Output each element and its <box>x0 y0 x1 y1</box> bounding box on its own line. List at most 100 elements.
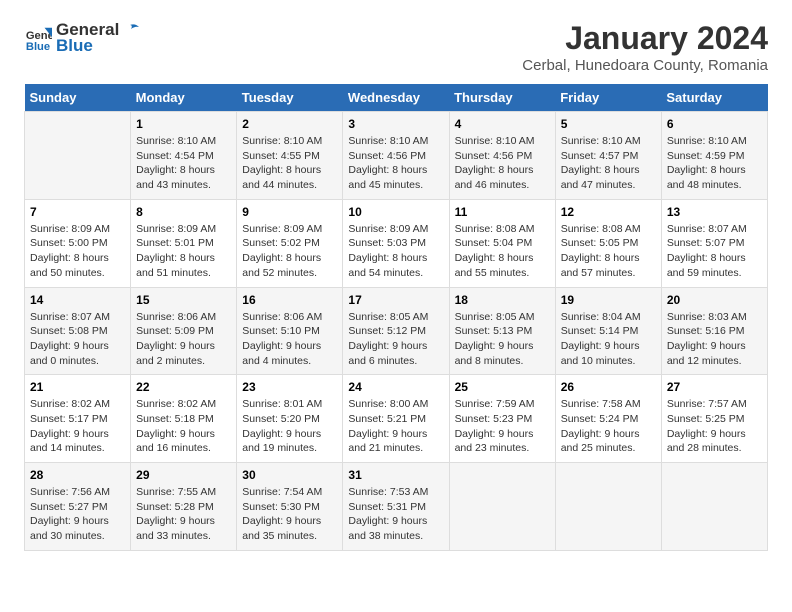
day-number: 23 <box>242 380 337 394</box>
calendar-cell <box>555 463 661 551</box>
title-area: January 2024 Cerbal, Hunedoara County, R… <box>522 20 768 74</box>
day-info: Sunrise: 8:10 AMSunset: 4:59 PMDaylight:… <box>667 134 762 193</box>
day-number: 19 <box>561 293 656 307</box>
calendar-cell: 3 Sunrise: 8:10 AMSunset: 4:56 PMDaylight… <box>343 112 449 200</box>
day-info: Sunrise: 7:58 AMSunset: 5:24 PMDaylight:… <box>561 397 656 456</box>
calendar-cell: 13Sunrise: 8:07 AMSunset: 5:07 PMDayligh… <box>661 199 767 287</box>
day-info: Sunrise: 8:08 AMSunset: 5:05 PMDaylight:… <box>561 222 656 281</box>
calendar-cell: 11 Sunrise: 8:08 AMSunset: 5:04 PMDayligh… <box>449 199 555 287</box>
calendar-body: 1Sunrise: 8:10 AMSunset: 4:54 PMDaylight… <box>25 112 768 551</box>
day-number: 18 <box>455 293 550 307</box>
day-info: Sunrise: 8:00 AMSunset: 5:21 PMDaylight:… <box>348 397 443 456</box>
logo-icon: General Blue <box>24 24 52 52</box>
day-info: Sunrise: 8:09 AMSunset: 5:01 PMDaylight:… <box>136 222 231 281</box>
day-number: 20 <box>667 293 762 307</box>
day-number: 24 <box>348 380 443 394</box>
calendar-cell: 18 Sunrise: 8:05 AMSunset: 5:13 PMDayligh… <box>449 287 555 375</box>
day-info: Sunrise: 8:10 AMSunset: 4:55 PMDaylight:… <box>242 134 337 193</box>
calendar-cell: 15 Sunrise: 8:06 AMSunset: 5:09 PMDayligh… <box>131 287 237 375</box>
day-number: 11 <box>455 205 550 219</box>
day-number: 7 <box>30 205 125 219</box>
day-number: 27 <box>667 380 762 394</box>
header-day-thursday: Thursday <box>449 84 555 112</box>
calendar-cell: 14 Sunrise: 8:07 AMSunset: 5:08 PMDayligh… <box>25 287 131 375</box>
subtitle: Cerbal, Hunedoara County, Romania <box>522 57 768 74</box>
calendar-cell: 30Sunrise: 7:54 AMSunset: 5:30 PMDayligh… <box>237 463 343 551</box>
calendar-cell: 25 Sunrise: 7:59 AMSunset: 5:23 PMDayligh… <box>449 375 555 463</box>
day-number: 15 <box>136 293 231 307</box>
day-number: 5 <box>561 117 656 131</box>
day-number: 10 <box>348 205 443 219</box>
day-info: Sunrise: 8:02 AMSunset: 5:17 PMDaylight:… <box>30 397 125 456</box>
header-row: SundayMondayTuesdayWednesdayThursdayFrid… <box>25 84 768 112</box>
calendar-cell <box>661 463 767 551</box>
calendar-cell: 28Sunrise: 7:56 AMSunset: 5:27 PMDayligh… <box>25 463 131 551</box>
day-number: 3 <box>348 117 443 131</box>
day-info: Sunrise: 7:56 AMSunset: 5:27 PMDaylight:… <box>30 485 125 544</box>
logo-bird-icon <box>121 23 139 37</box>
calendar-week-1: 7Sunrise: 8:09 AMSunset: 5:00 PMDaylight… <box>25 199 768 287</box>
calendar-cell: 1Sunrise: 8:10 AMSunset: 4:54 PMDaylight… <box>131 112 237 200</box>
calendar-header: SundayMondayTuesdayWednesdayThursdayFrid… <box>25 84 768 112</box>
day-number: 9 <box>242 205 337 219</box>
main-title: January 2024 <box>522 20 768 57</box>
day-info: Sunrise: 8:05 AMSunset: 5:12 PMDaylight:… <box>348 310 443 369</box>
day-number: 26 <box>561 380 656 394</box>
day-number: 17 <box>348 293 443 307</box>
day-number: 14 <box>30 293 125 307</box>
day-number: 8 <box>136 205 231 219</box>
day-number: 31 <box>348 468 443 482</box>
calendar-cell: 17 Sunrise: 8:05 AMSunset: 5:12 PMDayligh… <box>343 287 449 375</box>
day-info: Sunrise: 7:53 AMSunset: 5:31 PMDaylight:… <box>348 485 443 544</box>
header-day-saturday: Saturday <box>661 84 767 112</box>
header-day-sunday: Sunday <box>25 84 131 112</box>
day-info: Sunrise: 8:04 AMSunset: 5:14 PMDaylight:… <box>561 310 656 369</box>
day-info: Sunrise: 8:07 AMSunset: 5:08 PMDaylight:… <box>30 310 125 369</box>
calendar-cell <box>25 112 131 200</box>
day-number: 22 <box>136 380 231 394</box>
day-info: Sunrise: 8:01 AMSunset: 5:20 PMDaylight:… <box>242 397 337 456</box>
calendar-week-3: 21 Sunrise: 8:02 AMSunset: 5:17 PMDayligh… <box>25 375 768 463</box>
day-info: Sunrise: 8:07 AMSunset: 5:07 PMDaylight:… <box>667 222 762 281</box>
calendar-cell: 9 Sunrise: 8:09 AMSunset: 5:02 PMDaylight… <box>237 199 343 287</box>
calendar-week-4: 28Sunrise: 7:56 AMSunset: 5:27 PMDayligh… <box>25 463 768 551</box>
day-number: 21 <box>30 380 125 394</box>
calendar-cell: 4 Sunrise: 8:10 AMSunset: 4:56 PMDaylight… <box>449 112 555 200</box>
day-info: Sunrise: 8:06 AMSunset: 5:10 PMDaylight:… <box>242 310 337 369</box>
calendar-cell: 2Sunrise: 8:10 AMSunset: 4:55 PMDaylight… <box>237 112 343 200</box>
calendar-cell: 7Sunrise: 8:09 AMSunset: 5:00 PMDaylight… <box>25 199 131 287</box>
logo: General Blue General Blue <box>24 20 139 56</box>
day-info: Sunrise: 8:09 AMSunset: 5:03 PMDaylight:… <box>348 222 443 281</box>
calendar-cell: 21 Sunrise: 8:02 AMSunset: 5:17 PMDayligh… <box>25 375 131 463</box>
header-day-wednesday: Wednesday <box>343 84 449 112</box>
day-number: 4 <box>455 117 550 131</box>
header-day-monday: Monday <box>131 84 237 112</box>
day-info: Sunrise: 8:06 AMSunset: 5:09 PMDaylight:… <box>136 310 231 369</box>
day-info: Sunrise: 8:10 AMSunset: 4:57 PMDaylight:… <box>561 134 656 193</box>
day-info: Sunrise: 8:10 AMSunset: 4:56 PMDaylight:… <box>348 134 443 193</box>
calendar-cell: 8 Sunrise: 8:09 AMSunset: 5:01 PMDaylight… <box>131 199 237 287</box>
day-number: 30 <box>242 468 337 482</box>
calendar-cell: 26 Sunrise: 7:58 AMSunset: 5:24 PMDayligh… <box>555 375 661 463</box>
day-number: 1 <box>136 117 231 131</box>
day-info: Sunrise: 8:09 AMSunset: 5:02 PMDaylight:… <box>242 222 337 281</box>
calendar-cell: 23 Sunrise: 8:01 AMSunset: 5:20 PMDayligh… <box>237 375 343 463</box>
logo-text-block: General Blue <box>56 20 139 56</box>
calendar-cell: 5 Sunrise: 8:10 AMSunset: 4:57 PMDaylight… <box>555 112 661 200</box>
calendar-cell: 10 Sunrise: 8:09 AMSunset: 5:03 PMDayligh… <box>343 199 449 287</box>
calendar-cell: 27Sunrise: 7:57 AMSunset: 5:25 PMDayligh… <box>661 375 767 463</box>
calendar-cell: 16Sunrise: 8:06 AMSunset: 5:10 PMDayligh… <box>237 287 343 375</box>
day-info: Sunrise: 8:05 AMSunset: 5:13 PMDaylight:… <box>455 310 550 369</box>
day-number: 12 <box>561 205 656 219</box>
header-day-friday: Friday <box>555 84 661 112</box>
calendar-cell: 20 Sunrise: 8:03 AMSunset: 5:16 PMDayligh… <box>661 287 767 375</box>
calendar-cell: 29Sunrise: 7:55 AMSunset: 5:28 PMDayligh… <box>131 463 237 551</box>
day-info: Sunrise: 8:10 AMSunset: 4:56 PMDaylight:… <box>455 134 550 193</box>
calendar-week-2: 14 Sunrise: 8:07 AMSunset: 5:08 PMDayligh… <box>25 287 768 375</box>
day-number: 25 <box>455 380 550 394</box>
day-info: Sunrise: 7:59 AMSunset: 5:23 PMDaylight:… <box>455 397 550 456</box>
calendar-cell <box>449 463 555 551</box>
day-info: Sunrise: 7:55 AMSunset: 5:28 PMDaylight:… <box>136 485 231 544</box>
day-info: Sunrise: 8:03 AMSunset: 5:16 PMDaylight:… <box>667 310 762 369</box>
day-info: Sunrise: 8:08 AMSunset: 5:04 PMDaylight:… <box>455 222 550 281</box>
